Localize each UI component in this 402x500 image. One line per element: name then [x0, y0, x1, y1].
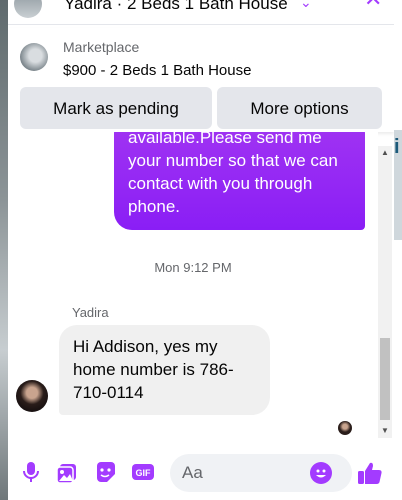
seen-receipt-avatar [338, 421, 352, 435]
gif-icon[interactable]: GIF [132, 460, 154, 484]
close-icon[interactable]: ✕ [364, 0, 382, 12]
scroll-up-arrow-icon[interactable]: ▲ [378, 146, 392, 160]
chevron-down-icon[interactable]: ⌄ [300, 0, 312, 11]
marketplace-card: Marketplace $900 - 2 Beds 1 Bath House M… [8, 28, 394, 132]
scroll-down-arrow-icon[interactable]: ▼ [378, 424, 392, 438]
svg-text:GIF: GIF [136, 468, 152, 478]
chat-header: Yadira · 2 Beds 1 Bath House ⌄ ✕ [8, 0, 394, 25]
sender-avatar[interactable] [16, 380, 48, 412]
sender-name: Yadira [72, 305, 109, 320]
microphone-icon[interactable] [20, 460, 42, 484]
like-icon[interactable] [357, 460, 383, 486]
listing-title[interactable]: $900 - 2 Beds 1 Bath House [63, 62, 251, 79]
incoming-message-bubble[interactable]: Hi Addison, yes my home number is 786-71… [59, 325, 270, 415]
sticker-icon[interactable] [94, 460, 116, 484]
message-timestamp: Mon 9:12 PM [154, 260, 232, 275]
more-options-button[interactable]: More options [217, 87, 382, 129]
message-composer: GIF [8, 444, 394, 500]
mark-as-pending-button[interactable]: Mark as pending [20, 87, 212, 129]
messenger-chat-window: Yadira · 2 Beds 1 Bath House ⌄ ✕ Marketp… [8, 0, 394, 500]
message-thread[interactable]: available.Please send me your number so … [8, 132, 378, 440]
listing-thumbnail[interactable] [20, 43, 48, 71]
message-scrollbar[interactable]: ▲ ▼ [378, 146, 392, 438]
photo-icon[interactable] [56, 460, 78, 484]
background-page-edge-right: i [394, 130, 402, 240]
marketplace-label: Marketplace [63, 39, 140, 55]
scroll-thumb[interactable] [380, 338, 390, 420]
outgoing-message-bubble[interactable]: available.Please send me your number so … [114, 132, 365, 230]
chat-title[interactable]: Yadira · 2 Beds 1 Bath House [64, 0, 288, 14]
header-avatar[interactable] [14, 0, 42, 18]
background-page-edge-left [0, 0, 8, 500]
emoji-icon[interactable] [310, 462, 332, 484]
